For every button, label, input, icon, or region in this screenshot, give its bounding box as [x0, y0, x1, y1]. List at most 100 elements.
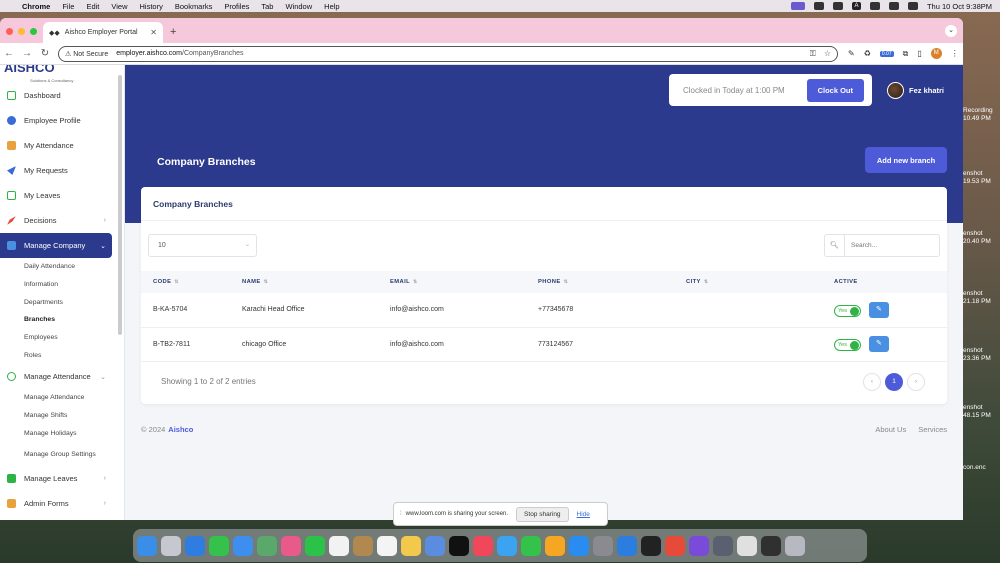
- screenshot-icon[interactable]: [761, 535, 781, 556]
- menu-view[interactable]: View: [111, 2, 127, 11]
- drag-handle-icon[interactable]: ⁞: [400, 511, 402, 517]
- trash-icon[interactable]: [785, 535, 805, 556]
- active-toggle[interactable]: Yes: [834, 304, 861, 317]
- next-page-icon[interactable]: ›: [907, 373, 925, 391]
- password-key-icon[interactable]: ⚿: [810, 49, 816, 59]
- search-status-icon[interactable]: [888, 2, 899, 10]
- sidebar-item-decisions[interactable]: Decisions ›: [0, 208, 124, 233]
- safari-icon[interactable]: [185, 535, 205, 556]
- preview-icon[interactable]: [713, 535, 733, 556]
- keynote-icon[interactable]: [497, 535, 517, 556]
- system-settings-icon[interactable]: [593, 535, 613, 556]
- user-menu[interactable]: Fez khatri: [887, 82, 944, 99]
- chrome-icon[interactable]: [665, 535, 685, 556]
- music-icon[interactable]: [473, 535, 493, 556]
- search-input[interactable]: [845, 235, 935, 256]
- reload-icon[interactable]: ↻: [36, 48, 54, 59]
- menu-help[interactable]: Help: [324, 2, 339, 11]
- desktop-file-label[interactable]: 19.53 PM: [963, 178, 1000, 186]
- maps-icon[interactable]: [257, 535, 277, 556]
- freeform-icon[interactable]: [425, 535, 445, 556]
- subnav-manage-attendance[interactable]: Manage Attendance: [0, 389, 124, 407]
- sidebar-item-admin-forms[interactable]: Admin Forms ›: [0, 491, 124, 516]
- forward-icon[interactable]: →: [18, 48, 36, 59]
- menu-window[interactable]: Window: [285, 2, 312, 11]
- desktop-file-label[interactable]: enshot: [963, 404, 1000, 412]
- new-tab-icon[interactable]: +: [170, 26, 176, 38]
- document-icon[interactable]: [737, 535, 757, 556]
- column-header-email[interactable]: EMAIL ⇅: [378, 271, 526, 293]
- menu-file[interactable]: File: [62, 2, 74, 11]
- desktop-file-label[interactable]: 48.15 PM: [963, 412, 1000, 420]
- not-secure-indicator[interactable]: ⚠ Not Secure: [65, 50, 108, 58]
- edit-icon[interactable]: ✎: [868, 336, 889, 352]
- chrome-menu-icon[interactable]: ⋮: [951, 49, 959, 58]
- control-center-icon[interactable]: [907, 2, 918, 10]
- photos-icon[interactable]: [281, 535, 301, 556]
- contacts-icon[interactable]: [353, 535, 373, 556]
- subnav-departments[interactable]: Departments: [0, 293, 124, 311]
- subnav-manage-holidays[interactable]: Manage Holidays: [0, 425, 124, 443]
- sidebar-item-manage-company[interactable]: Manage Company ⌄: [0, 233, 112, 258]
- desktop-file-label[interactable]: 10.49 PM: [963, 115, 1000, 123]
- subnav-branches[interactable]: Branches: [0, 311, 124, 329]
- mail-icon[interactable]: [233, 535, 253, 556]
- recycle-extension-icon[interactable]: ♻: [864, 49, 871, 58]
- desktop-file-label[interactable]: enshot: [963, 347, 1000, 355]
- column-header-city[interactable]: CITY ⇅: [674, 271, 822, 293]
- page-button[interactable]: 1: [885, 373, 903, 391]
- zoom-window-button[interactable]: [30, 28, 37, 35]
- close-window-button[interactable]: [6, 28, 13, 35]
- sidebar-item-manage-leaves[interactable]: Manage Leaves ›: [0, 466, 124, 491]
- side-panel-icon[interactable]: ▯: [917, 49, 921, 58]
- subnav-manage-group-settings[interactable]: Manage Group Settings: [0, 442, 124, 466]
- column-header-code[interactable]: CODE ⇅: [141, 271, 230, 293]
- numbers-icon[interactable]: [521, 535, 541, 556]
- calendar-icon[interactable]: [329, 535, 349, 556]
- footer-brand-link[interactable]: Aishco: [168, 425, 193, 434]
- services-link[interactable]: Services: [918, 425, 947, 434]
- subnav-roles[interactable]: Roles: [0, 346, 124, 364]
- vscode-icon[interactable]: [617, 535, 637, 556]
- about-us-link[interactable]: About Us: [875, 425, 906, 434]
- desktop-file-label[interactable]: 20.40 PM: [963, 238, 1000, 246]
- app-store-icon[interactable]: [569, 535, 589, 556]
- tab-search-icon[interactable]: ⌄: [945, 25, 957, 37]
- desktop-file-label[interactable]: 21.18 PM: [963, 298, 1000, 306]
- input-source-icon[interactable]: A: [851, 2, 861, 10]
- desktop-file-label[interactable]: 23.36 PM: [963, 355, 1000, 363]
- page-length-select[interactable]: 10 ⌄: [148, 234, 257, 257]
- subnav-daily-attendance[interactable]: Daily Attendance: [0, 258, 124, 276]
- column-header-name[interactable]: NAME ⇅: [230, 271, 378, 293]
- menu-edit[interactable]: Edit: [86, 2, 99, 11]
- bookmark-star-icon[interactable]: ☆: [824, 49, 831, 59]
- volume-status-icon[interactable]: [832, 2, 843, 10]
- column-header-phone[interactable]: PHONE ⇅: [526, 271, 674, 293]
- menu-bookmarks[interactable]: Bookmarks: [175, 2, 213, 11]
- profile-avatar[interactable]: M: [930, 48, 942, 59]
- url-input[interactable]: ⚠ Not Secure employer.aishco.com/Company…: [58, 45, 838, 62]
- clock-out-button[interactable]: Clock Out: [806, 78, 864, 102]
- apple-tv-icon[interactable]: [449, 535, 469, 556]
- sidebar-item-my-leaves[interactable]: My Leaves: [0, 183, 124, 208]
- menu-tab[interactable]: Tab: [261, 2, 273, 11]
- subnav-information[interactable]: Information: [0, 276, 124, 294]
- menu-app-name[interactable]: Chrome: [22, 2, 50, 11]
- notes-icon[interactable]: [401, 535, 421, 556]
- desktop-file-label[interactable]: enshot: [963, 230, 1000, 238]
- subnav-employees[interactable]: Employees: [0, 329, 124, 347]
- add-branch-button[interactable]: Add new branch: [865, 147, 947, 173]
- menubar-clock[interactable]: Thu 10 Oct 9:38PM: [927, 2, 992, 11]
- back-icon[interactable]: ←: [0, 48, 18, 59]
- sidebar-item-manage-attendance[interactable]: Manage Attendance ⌄: [0, 364, 124, 389]
- loom-status-icon[interactable]: [790, 2, 805, 10]
- extension-badge[interactable]: 0.07: [879, 50, 894, 57]
- github-desktop-icon[interactable]: [689, 535, 709, 556]
- minimize-window-button[interactable]: [18, 28, 25, 35]
- finder-icon[interactable]: [137, 535, 157, 556]
- menu-profiles[interactable]: Profiles: [224, 2, 249, 11]
- hide-link[interactable]: Hide: [577, 511, 590, 518]
- desktop-file-label[interactable]: enshot: [963, 290, 1000, 298]
- browser-tab[interactable]: ◆◆ Aishco Employer Portal ✕: [43, 22, 163, 43]
- pages-icon[interactable]: [545, 535, 565, 556]
